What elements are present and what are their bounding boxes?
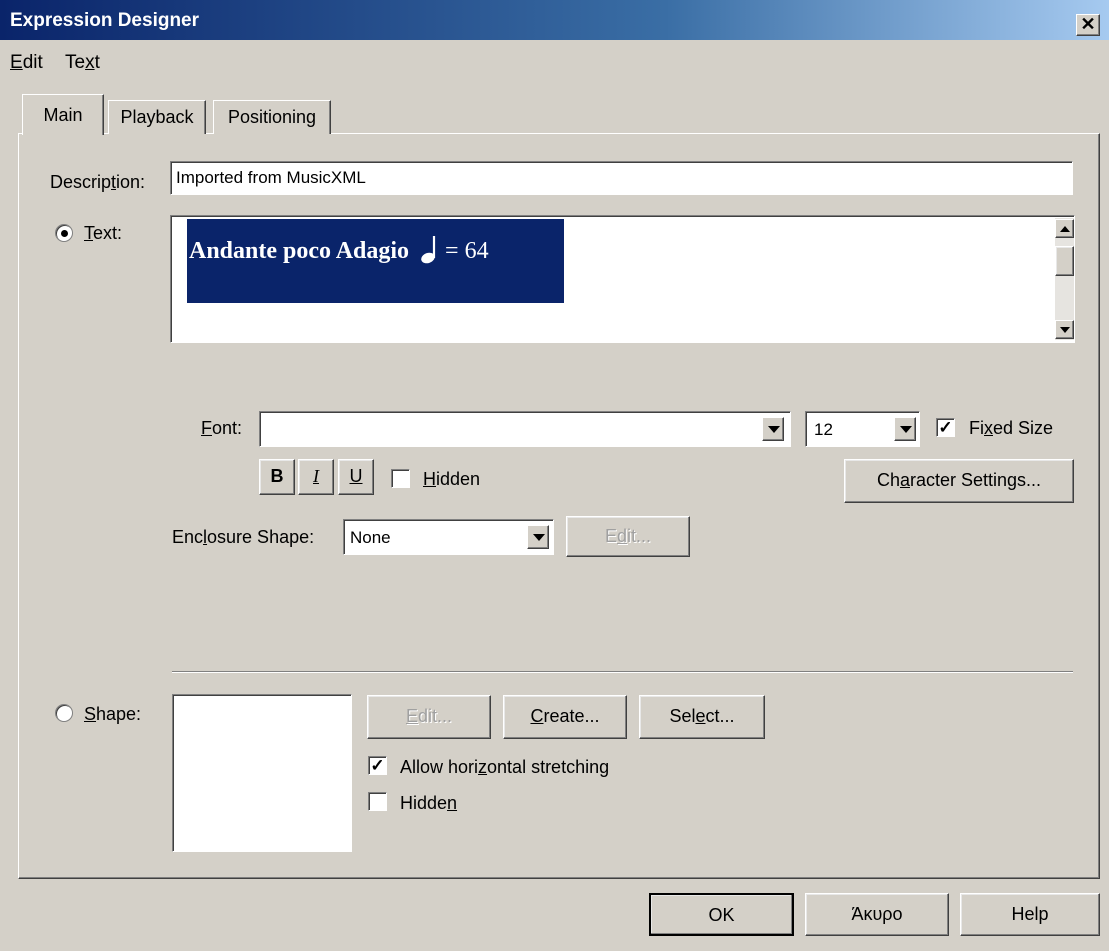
font-label: Font: (201, 418, 243, 438)
checkmark-icon: ✓ (370, 756, 385, 775)
create-button[interactable]: Create... (503, 695, 627, 739)
bold-button[interactable]: B (259, 459, 295, 495)
tab-main[interactable]: Main (22, 94, 104, 135)
shape-radio[interactable] (55, 704, 73, 722)
help-button[interactable]: Help (960, 893, 1100, 936)
italic-label: I (313, 466, 319, 486)
underline-label: U (349, 466, 363, 486)
menu-text-pre: Te (65, 52, 86, 73)
tab-playback-label: Playback (120, 107, 194, 127)
allow-stretch-checkbox[interactable]: ✓ (368, 756, 387, 775)
hidden-checkbox[interactable] (391, 469, 410, 488)
hidden-label: Hidden (423, 469, 481, 489)
chevron-down-icon[interactable] (527, 525, 549, 549)
close-button[interactable]: ✕ (1076, 14, 1100, 36)
cancel-button[interactable]: Άκυρο (805, 893, 949, 936)
text-radio[interactable] (55, 224, 73, 242)
window-title: Expression Designer (10, 10, 200, 31)
fixed-size-checkbox[interactable]: ✓ (936, 418, 955, 437)
tab-playback[interactable]: Playback (108, 100, 206, 134)
description-input[interactable] (170, 161, 1073, 195)
menu-edit-rest: dit (22, 52, 43, 73)
ok-button[interactable]: OK (649, 893, 794, 936)
menu-text-rest: t (94, 52, 100, 73)
font-dropdown[interactable] (259, 411, 791, 447)
scroll-thumb[interactable] (1055, 246, 1074, 276)
description-label: Description: (50, 172, 146, 192)
close-icon: ✕ (1080, 14, 1096, 34)
tempo-value: = 64 (445, 238, 489, 264)
scroll-up-button[interactable] (1055, 219, 1074, 238)
half-note-icon (421, 236, 436, 264)
fixed-size-label: Fixed Size (969, 418, 1054, 438)
size-dropdown[interactable]: 12 (805, 411, 920, 447)
shape-preview[interactable] (172, 694, 352, 852)
italic-button[interactable]: I (298, 459, 334, 495)
character-settings-button[interactable]: Character Settings... (844, 459, 1074, 503)
shape-edit-button[interactable]: Edit... (367, 695, 491, 739)
scroll-down-button[interactable] (1055, 320, 1074, 339)
menu-edit-mnemonic: E (10, 52, 23, 73)
size-dropdown-value: 12 (814, 420, 833, 439)
select-button[interactable]: Select... (639, 695, 765, 739)
chevron-down-icon[interactable] (894, 417, 916, 441)
enclosure-edit-button[interactable]: Edit... (566, 516, 690, 557)
text-radio-dot (61, 230, 68, 237)
underline-button[interactable]: U (338, 459, 374, 495)
checkmark-icon: ✓ (938, 418, 953, 437)
shape-radio-label: Shape: (84, 704, 142, 724)
text-radio-label: Text: (84, 223, 123, 243)
enclosure-dropdown[interactable]: None (343, 519, 554, 555)
chevron-down-icon[interactable] (762, 417, 784, 441)
tab-positioning[interactable]: Positioning (213, 100, 331, 134)
enclosure-label: Enclosure Shape: (172, 527, 315, 547)
tab-positioning-label: Positioning (227, 107, 317, 127)
menu-text[interactable]: Text (65, 52, 100, 74)
tab-main-label: Main (43, 105, 83, 125)
enclosure-value: None (350, 528, 391, 547)
separator (172, 671, 1073, 673)
text-editor-content: Andante poco Adagio = 64 (189, 234, 489, 265)
text-editor[interactable]: Andante poco Adagio = 64 (170, 215, 1075, 343)
allow-stretch-label: Allow horizontal stretching (400, 757, 610, 777)
shape-hidden-label: Hidden (400, 793, 458, 813)
tempo-text: Andante poco Adagio (189, 238, 410, 264)
shape-hidden-checkbox[interactable] (368, 792, 387, 811)
menu-text-mnemonic: x (85, 52, 95, 73)
menu-edit[interactable]: Edit (10, 52, 43, 74)
